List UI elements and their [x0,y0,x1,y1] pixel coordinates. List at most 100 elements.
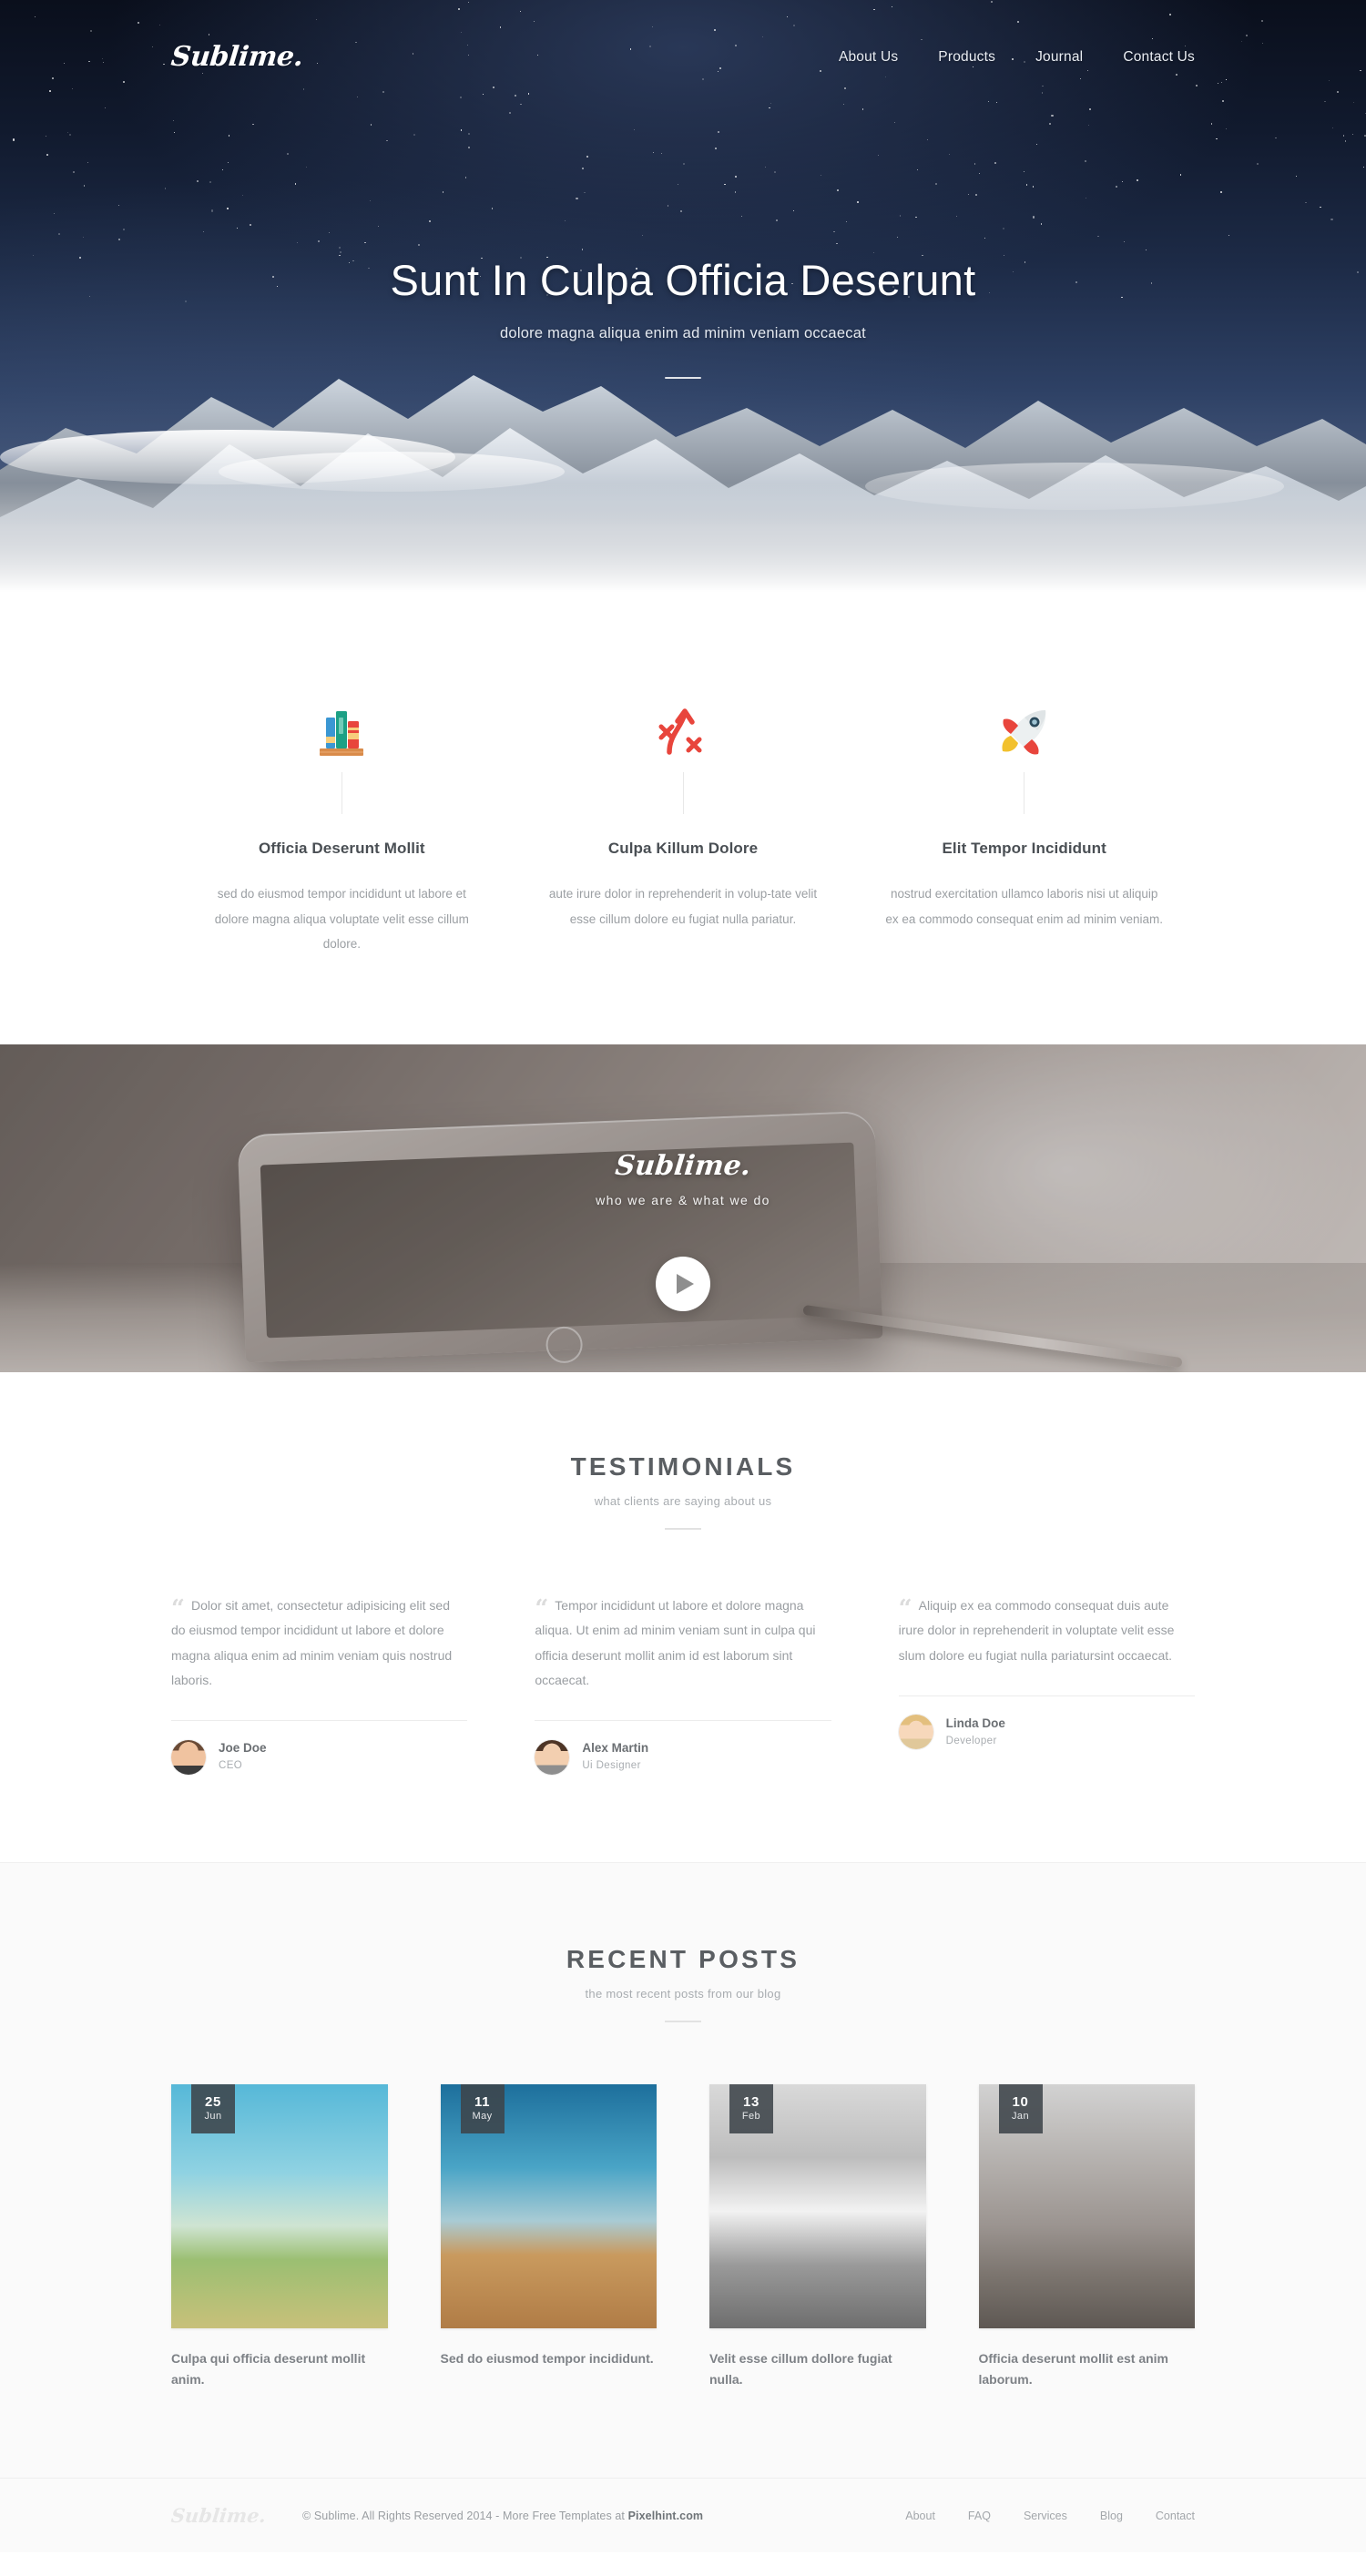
section-subtitle: the most recent posts from our blog [585,1986,781,2001]
post-title[interactable]: Sed do eiusmod tempor incididunt. [441,2348,658,2369]
nav-item-journal[interactable]: Journal [1035,49,1083,66]
post-thumbnail[interactable]: 11 May [440,2083,657,2328]
feature-title: Culpa Killum Dolore [607,840,759,857]
main-nav: About Us Products Journal Contact Us [839,49,1195,66]
post-month: Jun [204,2110,222,2122]
footer-logo: Sublime. [169,2504,268,2528]
testimonial-quote-text: Dolor sit amet, consectetur adipisicing … [171,1598,453,1687]
testimonial-author: Joe Doe CEO [171,1721,467,1775]
nav-item-contact-us[interactable]: Contact Us [1123,49,1195,66]
footer-link-blog[interactable]: Blog [1100,2510,1123,2522]
posts-header: RECENT POSTS the most recent posts from … [171,1945,1195,2022]
nav-item-products[interactable]: Products [938,49,995,66]
post-thumbnail[interactable]: 10 Jan [978,2083,1195,2328]
post-thumbnail[interactable]: 25 Jun [171,2083,388,2328]
footer-copyright: © Sublime. All Rights Reserved 2014 - Mo… [302,2510,703,2522]
post-card[interactable]: 13 Feb Velit esse cillum dollore fugiat … [709,2083,926,2390]
author-name: Alex Martin [582,1741,649,1756]
post-date-badge: 11 May [460,2083,505,2133]
section-subtitle: what clients are saying about us [594,1494,772,1509]
pixelhint-link[interactable]: Pixelhint.com [628,2510,704,2522]
hero-section: Sublime. About Us Products Journal Conta… [0,0,1366,592]
testimonials-section: TESTIMONIALS what clients are saying abo… [0,1372,1366,1862]
posts-grid: 25 Jun Culpa qui officia deserunt mollit… [171,2083,1196,2390]
video-overlay-veil [0,1044,1366,1373]
testimonial-card: “Aliquip ex ea commodo consequat duis au… [898,1593,1195,1775]
post-month: May [472,2110,493,2122]
testimonial-quote: “Aliquip ex ea commodo consequat duis au… [899,1593,1195,1668]
nav-item-about-us[interactable]: About Us [839,49,898,66]
post-month: Feb [741,2110,761,2122]
rocket-icon [884,699,1164,759]
testimonial-quote-text: Aliquip ex ea commodo consequat duis aut… [898,1598,1175,1663]
feature-text: sed do eiusmod tempor incididunt ut labo… [214,887,469,952]
post-date-badge: 10 Jan [998,2083,1043,2133]
testimonial-author: Linda Doe Developer [898,1696,1195,1750]
copyright-text: © Sublime. All Rights Reserved 2014 - Mo… [301,2509,628,2522]
feature-card-3: Elit Tempor Incididunt nostrud exercitat… [853,699,1195,957]
post-thumbnail[interactable]: 13 Feb [709,2083,926,2328]
testimonial-author: Alex Martin Ui Designer [535,1721,831,1775]
section-title: RECENT POSTS [566,1944,800,1973]
author-name: Linda Doe [945,1716,1005,1730]
footer-link-services[interactable]: Services [1024,2510,1067,2522]
post-card[interactable]: 11 May Sed do eiusmod tempor incididunt. [440,2083,658,2390]
quote-mark-icon: “ [171,1595,185,1624]
post-title[interactable]: Velit esse cillum dollore fugiat nulla. [709,2348,926,2390]
author-role: Developer [945,1736,997,1747]
hero-subtitle: dolore magna aliqua enim ad minim veniam… [499,324,867,341]
footer-nav: About FAQ Services Blog Contact [905,2510,1195,2522]
post-date-badge: 13 Feb [729,2083,773,2133]
avatar [171,1739,206,1775]
video-promo-section[interactable]: Sublime. who we are & what we do [0,1044,1366,1373]
video-logo: Sublime. [613,1150,753,1183]
site-footer: Sublime. © Sublime. All Rights Reserved … [0,2478,1366,2553]
video-copy: Sublime. who we are & what we do [0,1150,1366,1207]
testimonial-card: “Tempor incididunt ut labore et dolore m… [535,1593,831,1775]
feature-text: nostrud exercitation ullamco laboris nis… [885,887,1163,926]
post-day: 10 [1012,2094,1029,2111]
author-role: Ui Designer [582,1760,641,1772]
feature-stem [682,772,684,814]
post-day: 11 [474,2094,491,2111]
testimonial-card: “Dolor sit amet, consectetur adipisicing… [171,1593,468,1775]
hero-copy: Sunt In Culpa Officia Deserunt dolore ma… [0,256,1366,379]
footer-link-about[interactable]: About [905,2510,935,2522]
footer-left: Sublime. © Sublime. All Rights Reserved … [169,2504,703,2528]
post-card[interactable]: 10 Jan Officia deserunt mollit est anim … [978,2083,1196,2390]
play-button[interactable] [656,1257,710,1312]
recent-posts-section: RECENT POSTS the most recent posts from … [0,1861,1366,2479]
play-button-wrapper [0,1256,1366,1312]
post-title[interactable]: Culpa qui officia deserunt mollit anim. [171,2348,388,2390]
feature-card-1: Officia Deserunt Mollit sed do eiusmod t… [171,699,513,957]
strategy-arrow-icon [544,699,823,759]
author-name: Joe Doe [219,1741,267,1756]
post-date-badge: 25 Jun [191,2083,235,2133]
landing-page: Sublime. About Us Products Journal Conta… [0,0,1366,2553]
site-logo[interactable]: Sublime. [169,41,304,73]
post-day: 13 [743,2094,759,2111]
feature-title: Elit Tempor Incididunt [942,840,1106,857]
features-section: Officia Deserunt Mollit sed do eiusmod t… [0,592,1366,1044]
testimonials-grid: “Dolor sit amet, consectetur adipisicing… [171,1593,1195,1775]
quote-mark-icon: “ [898,1595,912,1624]
post-title[interactable]: Officia deserunt mollit est anim laborum… [979,2348,1196,2390]
post-month: Jan [1012,2110,1029,2122]
video-tagline: who we are & what we do [596,1193,770,1208]
feature-title: Officia Deserunt Mollit [258,840,425,857]
testimonial-quote-text: Tempor incididunt ut labore et dolore ma… [535,1598,816,1687]
author-role: CEO [219,1760,243,1772]
hero-divider [665,376,701,379]
footer-link-faq[interactable]: FAQ [968,2510,991,2522]
play-triangle-icon [677,1274,694,1295]
testimonial-quote: “Dolor sit amet, consectetur adipisicing… [171,1593,467,1693]
testimonial-quote: “Tempor incididunt ut labore et dolore m… [535,1593,831,1693]
feature-card-2: Culpa Killum Dolore aute irure dolor in … [513,699,854,957]
top-navigation-bar: Sublime. About Us Products Journal Conta… [0,0,1366,114]
footer-link-contact[interactable]: Contact [1156,2510,1195,2522]
books-icon [202,699,482,759]
post-day: 25 [205,2094,221,2111]
section-divider [665,2020,701,2022]
avatar [535,1739,570,1775]
post-card[interactable]: 25 Jun Culpa qui officia deserunt mollit… [171,2083,388,2390]
